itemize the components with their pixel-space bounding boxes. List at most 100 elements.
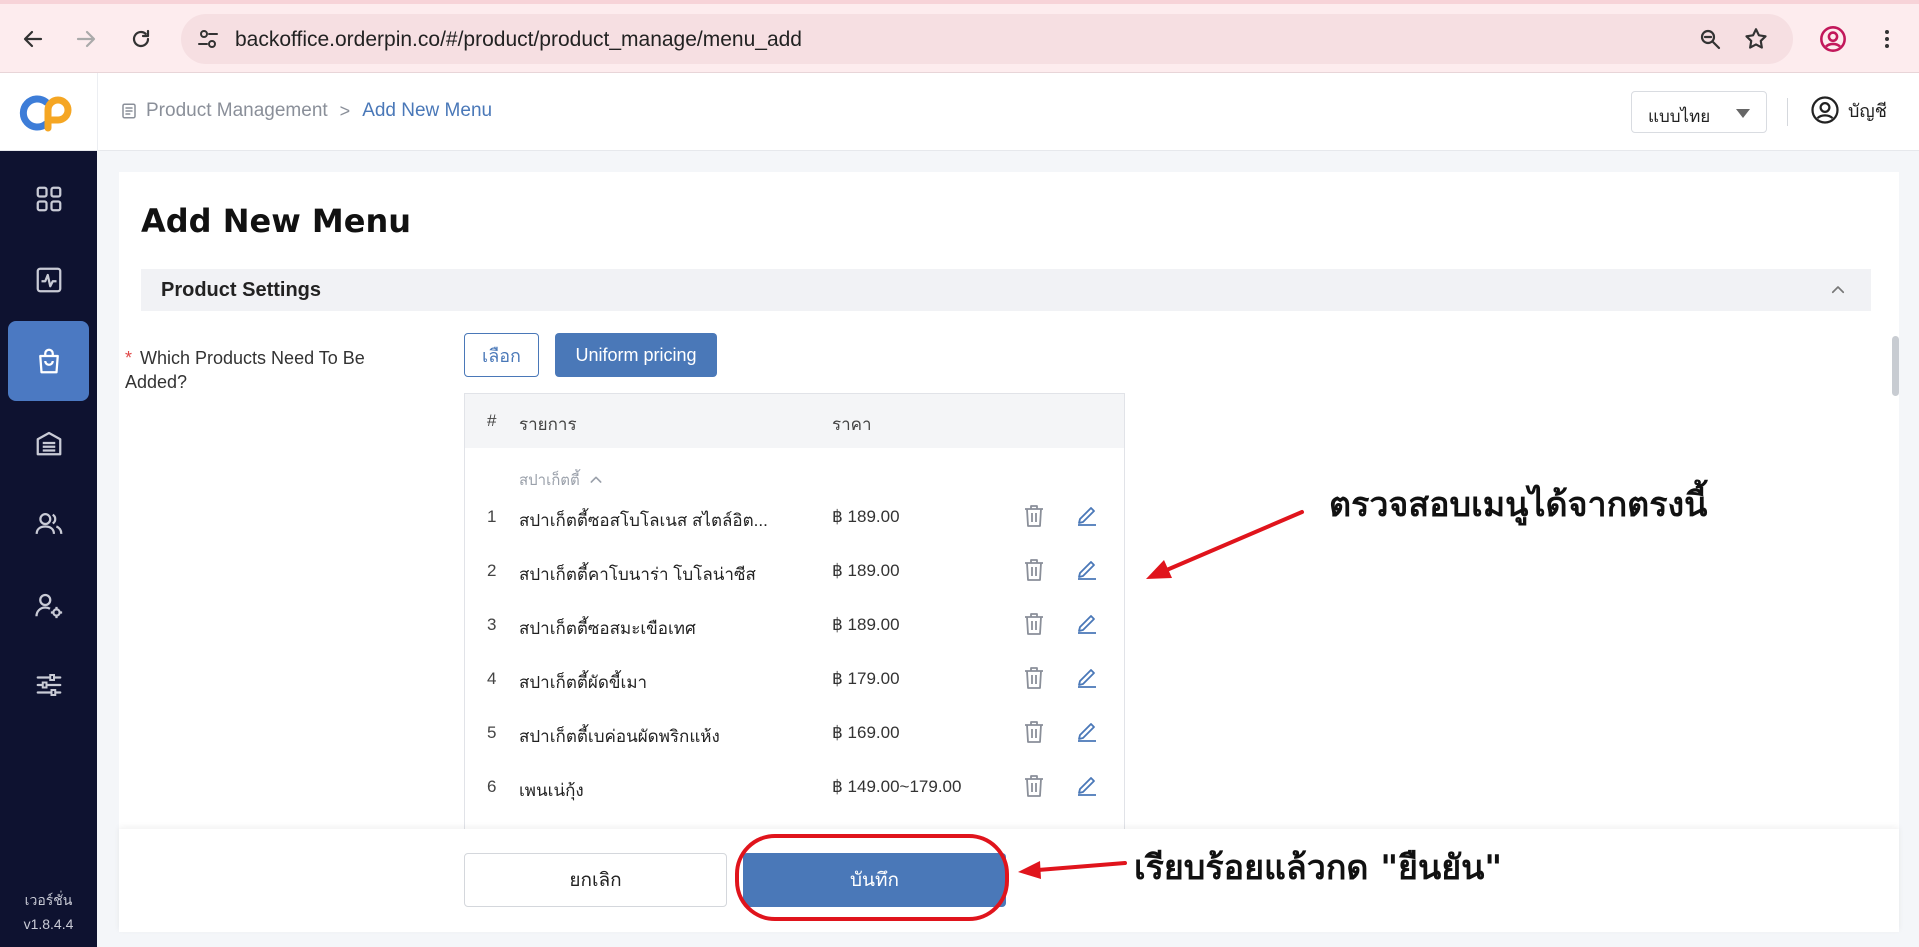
product-settings-section-header[interactable]: Product Settings [141,269,1871,311]
row-price: ฿ 169.00 [832,723,900,742]
version-number: v1.8.4.4 [23,916,74,932]
selected-products-table: # รายการ ราคา สปาเก็ตตี้ 1 สปาเก็ตตี้ซอส… [464,393,1125,833]
products-field-label: * Which Products Need To Be Added? [125,346,405,394]
language-select[interactable]: แบบไทย [1631,91,1767,133]
row-price: ฿ 189.00 [832,615,900,634]
trash-icon[interactable] [1022,773,1046,804]
forward-button[interactable] [69,22,103,56]
row-price: ฿ 189.00 [832,507,900,526]
table-row: 4 สปาเก็ตตี้ผัดขี้เมา ฿ 179.00 [465,651,1124,705]
trash-icon[interactable] [1022,503,1046,534]
shopping-bag-icon [38,348,59,374]
row-item-name: สปาเก็ตตี้ผัดขี้เมา [519,673,648,692]
row-item-name: สปาเก็ตตี้ซอสโบโลเนส สไตล์อิต... [519,511,768,530]
select-products-button[interactable]: เลือก [464,333,539,377]
main-content-card: Add New Menu Product Settings * Which Pro… [119,172,1899,932]
trash-icon[interactable] [1022,611,1046,642]
table-row: 5 สปาเก็ตตี้เบค่อนผัดพริกแห้ง ฿ 169.00 [465,705,1124,759]
trash-icon[interactable] [1022,719,1046,750]
required-mark: * [125,348,133,368]
orderpin-logo[interactable] [16,92,80,134]
sidebar-item-user-settings[interactable] [8,565,89,645]
language-selected-value: แบบไทย [1648,107,1711,126]
url-text[interactable]: backoffice.orderpin.co/#/product/product… [235,28,802,52]
chevron-up-icon[interactable] [1829,281,1847,304]
breadcrumb: Product Management > Add New Menu [120,100,492,122]
app-header: Product Management > Add New Menu แบบไทย… [0,73,1919,151]
browser-top-strip [0,0,1919,4]
sidebar-item-analytics[interactable] [8,240,89,320]
profile-avatar-icon [1820,26,1846,52]
site-settings-icon[interactable] [195,26,221,52]
row-number: 6 [487,777,497,796]
sidebar-item-inventory[interactable] [8,403,89,483]
column-header-item: รายการ [519,415,577,434]
trash-icon[interactable] [1022,665,1046,696]
zoom-icon[interactable] [1697,26,1723,52]
browser-toolbar: backoffice.orderpin.co/#/product/product… [0,0,1919,73]
sliders-icon [36,674,61,696]
back-button[interactable] [16,22,50,56]
account-menu[interactable]: บัญชี [1810,95,1887,125]
section-title: Product Settings [161,279,322,301]
row-number: 2 [487,561,497,580]
table-row: 6 เพนเน่กุ้ง ฿ 149.00~179.00 [465,759,1124,813]
users-group-icon [35,513,62,534]
analytics-chart-icon [36,267,61,293]
page-scrollbar-thumb[interactable] [1892,336,1899,396]
profile-button[interactable] [1816,22,1850,56]
header-separator [1787,98,1788,126]
account-label: บัญชี [1848,100,1887,121]
sidebar-item-members[interactable] [8,484,89,564]
sidebar-item-settings[interactable] [8,645,89,725]
document-list-icon [122,103,136,119]
bookmark-star-icon[interactable] [1743,26,1769,52]
table-header: # รายการ ราคา [465,394,1124,448]
trash-icon[interactable] [1022,557,1046,588]
annotation-check-menu: ตรวจสอบเมนูได้จากตรงนี้ [1329,485,1708,525]
table-row: 3 สปาเก็ตตี้ซอสมะเขือเทศ ฿ 189.00 [465,597,1124,651]
inventory-icon [36,431,61,456]
form-action-bar: ยกเลิก บันทึก [119,829,1899,932]
uniform-pricing-button[interactable]: Uniform pricing [555,333,717,377]
pencil-icon[interactable] [1075,665,1099,694]
save-button[interactable]: บันทึก [743,853,1006,907]
row-price: ฿ 189.00 [832,561,900,580]
row-price: ฿ 149.00~179.00 [832,777,962,796]
browser-menu-button[interactable] [1870,22,1904,56]
breadcrumb-product-management[interactable]: Product Management [146,100,328,122]
pencil-icon[interactable] [1075,773,1099,802]
annotation-press-confirm: เรียบร้อยแล้วกด "ยืนยัน" [1134,848,1503,888]
sidebar-item-dashboard[interactable] [8,159,89,239]
products-field-text: Which Products Need To Be Added? [125,348,365,392]
row-item-name: สปาเก็ตตี้ซอสมะเขือเทศ [519,619,696,638]
column-header-number: # [487,411,497,430]
row-number: 4 [487,669,497,688]
user-circle-icon [1811,96,1839,124]
pencil-icon[interactable] [1075,557,1099,586]
row-number: 5 [487,723,497,742]
more-vertical-icon [1885,30,1889,48]
arrow-left-icon [23,30,43,48]
chevron-up-icon [590,476,602,483]
sidebar: เวอร์ชั่น v1.8.4.4 [0,151,97,947]
caret-down-icon [1736,109,1750,118]
breadcrumb-current: Add New Menu [362,100,493,121]
version-label: เวอร์ชั่น [24,892,73,908]
header-divider [97,73,98,151]
address-bar[interactable]: backoffice.orderpin.co/#/product/product… [181,14,1793,64]
reload-button[interactable] [124,22,158,56]
breadcrumb-separator: > [339,100,351,121]
row-number: 3 [487,615,497,634]
pencil-icon[interactable] [1075,503,1099,532]
row-price: ฿ 179.00 [832,669,900,688]
arrow-right-icon [76,30,96,48]
row-item-name: สปาเก็ตตี้คาโบนาร่า โบโลน่าซีส [519,565,756,584]
page-title: Add New Menu [141,202,412,240]
sidebar-item-products[interactable] [8,321,89,401]
cancel-button[interactable]: ยกเลิก [464,853,727,907]
pencil-icon[interactable] [1075,611,1099,640]
user-settings-icon [34,593,62,619]
pencil-icon[interactable] [1075,719,1099,748]
column-header-price: ราคา [832,415,872,434]
